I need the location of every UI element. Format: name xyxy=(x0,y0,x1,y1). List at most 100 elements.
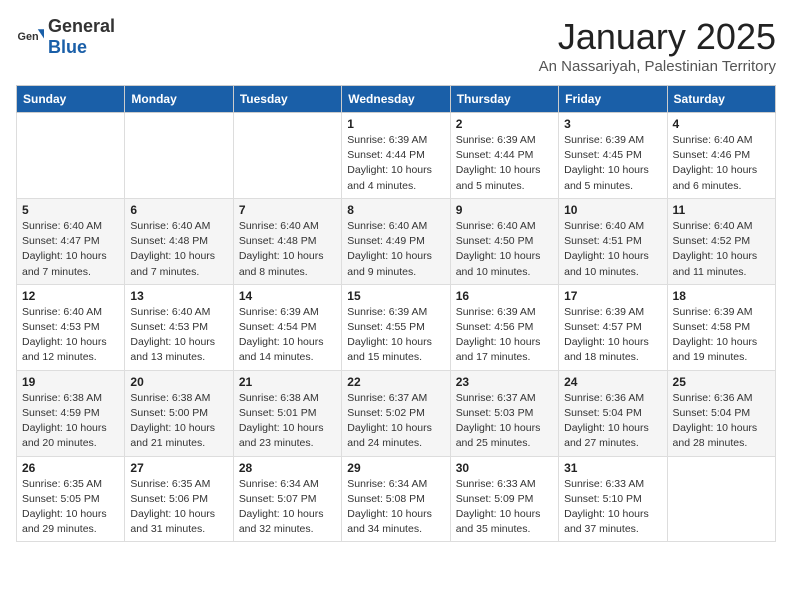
day-number: 17 xyxy=(564,289,661,303)
day-number: 4 xyxy=(673,117,770,131)
weekday-header-friday: Friday xyxy=(559,86,667,113)
day-info: Sunrise: 6:38 AM Sunset: 5:01 PM Dayligh… xyxy=(239,391,336,452)
day-number: 5 xyxy=(22,203,119,217)
calendar-cell: 13Sunrise: 6:40 AM Sunset: 4:53 PM Dayli… xyxy=(125,284,233,370)
day-number: 23 xyxy=(456,375,553,389)
calendar-cell: 9 Sunrise: 6:40 AM Sunset: 4:50 PM Daylig… xyxy=(450,198,558,284)
calendar-cell: 17 Sunrise: 6:39 AM Sunset: 4:57 PM Dayli… xyxy=(559,284,667,370)
svg-text:Gen: Gen xyxy=(18,31,39,43)
weekday-header-saturday: Saturday xyxy=(667,86,775,113)
calendar-cell: 28 Sunrise: 6:34 AM Sunset: 5:07 PM Dayli… xyxy=(233,456,341,542)
day-info: Sunrise: 6:39 AM Sunset: 4:44 PM Dayligh… xyxy=(347,133,444,194)
weekday-header-tuesday: Tuesday xyxy=(233,86,341,113)
day-info: Sunrise: 6:39 AM Sunset: 4:56 PM Dayligh… xyxy=(456,305,553,366)
day-number: 6 xyxy=(130,203,227,217)
day-info: Sunrise: 6:34 AM Sunset: 5:08 PM Dayligh… xyxy=(347,477,444,538)
day-number: 28 xyxy=(239,461,336,475)
day-info: Sunrise: 6:40 AM Sunset: 4:51 PM Dayligh… xyxy=(564,219,661,280)
day-number: 11 xyxy=(673,203,770,217)
calendar-cell: 7Sunrise: 6:40 AM Sunset: 4:48 PM Daylig… xyxy=(233,198,341,284)
day-info: Sunrise: 6:35 AM Sunset: 5:06 PM Dayligh… xyxy=(130,477,227,538)
day-number: 26 xyxy=(22,461,119,475)
day-number: 20 xyxy=(130,375,227,389)
calendar-cell xyxy=(667,456,775,542)
day-info: Sunrise: 6:39 AM Sunset: 4:44 PM Dayligh… xyxy=(456,133,553,194)
calendar-cell: 31Sunrise: 6:33 AM Sunset: 5:10 PM Dayli… xyxy=(559,456,667,542)
weekday-header-row: SundayMondayTuesdayWednesdayThursdayFrid… xyxy=(17,86,776,113)
day-info: Sunrise: 6:39 AM Sunset: 4:57 PM Dayligh… xyxy=(564,305,661,366)
day-info: Sunrise: 6:37 AM Sunset: 5:03 PM Dayligh… xyxy=(456,391,553,452)
calendar-cell: 30Sunrise: 6:33 AM Sunset: 5:09 PM Dayli… xyxy=(450,456,558,542)
day-number: 16 xyxy=(456,289,553,303)
day-info: Sunrise: 6:35 AM Sunset: 5:05 PM Dayligh… xyxy=(22,477,119,538)
month-title: January 2025 xyxy=(539,16,776,58)
logo: Gen General Blue xyxy=(16,16,115,58)
day-info: Sunrise: 6:40 AM Sunset: 4:50 PM Dayligh… xyxy=(456,219,553,280)
logo-icon: Gen xyxy=(16,23,44,51)
calendar-body: 1Sunrise: 6:39 AM Sunset: 4:44 PM Daylig… xyxy=(17,113,776,542)
calendar-cell xyxy=(233,113,341,199)
calendar-cell: 3Sunrise: 6:39 AM Sunset: 4:45 PM Daylig… xyxy=(559,113,667,199)
day-number: 9 xyxy=(456,203,553,217)
location-title: An Nassariyah, Palestinian Territory xyxy=(539,58,776,75)
day-info: Sunrise: 6:34 AM Sunset: 5:07 PM Dayligh… xyxy=(239,477,336,538)
day-number: 7 xyxy=(239,203,336,217)
calendar-cell: 20Sunrise: 6:38 AM Sunset: 5:00 PM Dayli… xyxy=(125,370,233,456)
week-row-3: 12Sunrise: 6:40 AM Sunset: 4:53 PM Dayli… xyxy=(17,284,776,370)
calendar-cell: 26 Sunrise: 6:35 AM Sunset: 5:05 PM Dayli… xyxy=(17,456,125,542)
day-number: 10 xyxy=(564,203,661,217)
calendar-cell: 15 Sunrise: 6:39 AM Sunset: 4:55 PM Dayli… xyxy=(342,284,450,370)
day-number: 12 xyxy=(22,289,119,303)
calendar-cell: 22 Sunrise: 6:37 AM Sunset: 5:02 PM Dayli… xyxy=(342,370,450,456)
day-info: Sunrise: 6:40 AM Sunset: 4:52 PM Dayligh… xyxy=(673,219,770,280)
calendar-cell: 12Sunrise: 6:40 AM Sunset: 4:53 PM Dayli… xyxy=(17,284,125,370)
day-info: Sunrise: 6:36 AM Sunset: 5:04 PM Dayligh… xyxy=(564,391,661,452)
week-row-2: 5Sunrise: 6:40 AM Sunset: 4:47 PM Daylig… xyxy=(17,198,776,284)
calendar-cell: 2 Sunrise: 6:39 AM Sunset: 4:44 PM Daylig… xyxy=(450,113,558,199)
calendar-cell: 14Sunrise: 6:39 AM Sunset: 4:54 PM Dayli… xyxy=(233,284,341,370)
week-row-5: 26 Sunrise: 6:35 AM Sunset: 5:05 PM Dayli… xyxy=(17,456,776,542)
calendar-cell: 16 Sunrise: 6:39 AM Sunset: 4:56 PM Dayli… xyxy=(450,284,558,370)
day-info: Sunrise: 6:38 AM Sunset: 4:59 PM Dayligh… xyxy=(22,391,119,452)
calendar-cell: 19 Sunrise: 6:38 AM Sunset: 4:59 PM Dayli… xyxy=(17,370,125,456)
page-header: Gen General Blue January 2025 An Nassari… xyxy=(16,16,776,75)
weekday-header-wednesday: Wednesday xyxy=(342,86,450,113)
calendar-cell: 24 Sunrise: 6:36 AM Sunset: 5:04 PM Dayli… xyxy=(559,370,667,456)
day-info: Sunrise: 6:40 AM Sunset: 4:49 PM Dayligh… xyxy=(347,219,444,280)
weekday-header-monday: Monday xyxy=(125,86,233,113)
day-number: 21 xyxy=(239,375,336,389)
day-info: Sunrise: 6:37 AM Sunset: 5:02 PM Dayligh… xyxy=(347,391,444,452)
calendar-cell xyxy=(17,113,125,199)
logo-general-text: General xyxy=(48,16,115,36)
day-number: 2 xyxy=(456,117,553,131)
calendar-cell: 23 Sunrise: 6:37 AM Sunset: 5:03 PM Dayli… xyxy=(450,370,558,456)
day-info: Sunrise: 6:33 AM Sunset: 5:10 PM Dayligh… xyxy=(564,477,661,538)
day-number: 19 xyxy=(22,375,119,389)
week-row-4: 19 Sunrise: 6:38 AM Sunset: 4:59 PM Dayli… xyxy=(17,370,776,456)
day-number: 8 xyxy=(347,203,444,217)
day-number: 24 xyxy=(564,375,661,389)
calendar-cell: 29Sunrise: 6:34 AM Sunset: 5:08 PM Dayli… xyxy=(342,456,450,542)
calendar-cell xyxy=(125,113,233,199)
logo-blue-text: Blue xyxy=(48,37,87,57)
week-row-1: 1Sunrise: 6:39 AM Sunset: 4:44 PM Daylig… xyxy=(17,113,776,199)
day-info: Sunrise: 6:39 AM Sunset: 4:55 PM Dayligh… xyxy=(347,305,444,366)
day-number: 15 xyxy=(347,289,444,303)
calendar-cell: 6Sunrise: 6:40 AM Sunset: 4:48 PM Daylig… xyxy=(125,198,233,284)
day-number: 18 xyxy=(673,289,770,303)
day-number: 13 xyxy=(130,289,227,303)
calendar-cell: 1Sunrise: 6:39 AM Sunset: 4:44 PM Daylig… xyxy=(342,113,450,199)
calendar-cell: 25Sunrise: 6:36 AM Sunset: 5:04 PM Dayli… xyxy=(667,370,775,456)
weekday-header-thursday: Thursday xyxy=(450,86,558,113)
title-block: January 2025 An Nassariyah, Palestinian … xyxy=(539,16,776,75)
day-number: 3 xyxy=(564,117,661,131)
day-info: Sunrise: 6:36 AM Sunset: 5:04 PM Dayligh… xyxy=(673,391,770,452)
calendar-cell: 21 Sunrise: 6:38 AM Sunset: 5:01 PM Dayli… xyxy=(233,370,341,456)
day-info: Sunrise: 6:39 AM Sunset: 4:58 PM Dayligh… xyxy=(673,305,770,366)
calendar-cell: 18 Sunrise: 6:39 AM Sunset: 4:58 PM Dayli… xyxy=(667,284,775,370)
calendar-table: SundayMondayTuesdayWednesdayThursdayFrid… xyxy=(16,85,776,542)
day-number: 22 xyxy=(347,375,444,389)
day-number: 30 xyxy=(456,461,553,475)
calendar-cell: 4Sunrise: 6:40 AM Sunset: 4:46 PM Daylig… xyxy=(667,113,775,199)
weekday-header-sunday: Sunday xyxy=(17,86,125,113)
